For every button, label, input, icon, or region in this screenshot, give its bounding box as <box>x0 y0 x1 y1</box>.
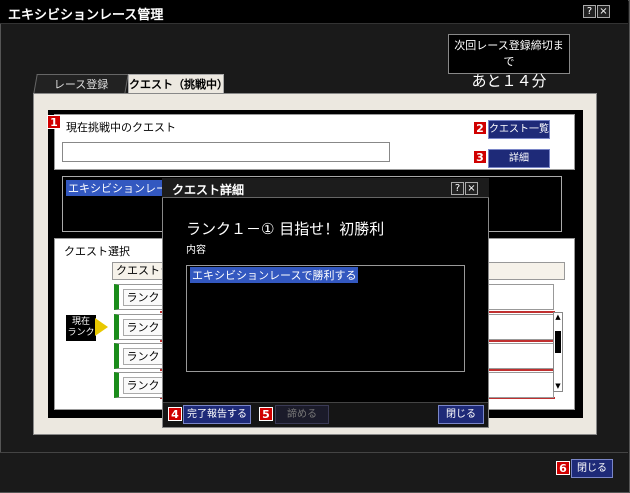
report-complete-button[interactable]: 完了報告する <box>183 405 251 424</box>
rank-label: ランク <box>123 348 163 365</box>
dialog-close-button[interactable]: 閉じる <box>438 405 484 424</box>
badge-6: 6 <box>556 461 570 475</box>
badge-1: 1 <box>47 115 61 129</box>
quest-info-text: エキシビションレー <box>66 180 169 196</box>
dialog-title: クエスト詳細 <box>172 183 245 197</box>
rank-label: ランク <box>123 377 163 394</box>
scroll-thumb[interactable] <box>555 331 561 353</box>
quest-list-button[interactable]: クエスト一覧 <box>488 120 550 139</box>
window-title: エキシビションレース管理 <box>8 8 164 23</box>
tab-race-registration[interactable]: レース登録 <box>33 74 129 94</box>
deadline-value: あと１４分 <box>471 72 547 90</box>
bottom-bar <box>0 452 628 492</box>
rank-label: ランク <box>123 289 163 306</box>
help-button[interactable]: ? <box>583 5 596 18</box>
current-rank-line2: ランク <box>67 328 95 338</box>
quest-heading: ランク１－① 目指せ！初勝利 <box>186 220 385 238</box>
current-rank-arrow-icon <box>95 318 108 336</box>
current-quest-field <box>62 142 390 162</box>
scroll-down-icon[interactable]: ▼ <box>554 382 562 391</box>
current-rank-line1: 現在 <box>71 317 90 327</box>
quest-content-text: エキシビションレースで勝利する <box>190 267 359 283</box>
badge-2: 2 <box>473 121 487 135</box>
dialog-close-icon[interactable]: × <box>465 182 478 195</box>
deadline-panel: 次回レース登録締切まで あと１４分 <box>448 34 570 90</box>
tab-race-registration-label: レース登録 <box>53 78 109 91</box>
dialog-help-button[interactable]: ? <box>451 182 464 195</box>
quest-select-label: クエスト選択 <box>64 245 130 258</box>
deadline-label: 次回レース登録締切まで <box>454 39 564 68</box>
scroll-up-icon[interactable]: ▲ <box>554 313 562 322</box>
current-quest-label: 現在挑戦中のクエスト <box>66 121 176 134</box>
content-label: 内容 <box>186 245 206 256</box>
badge-3: 3 <box>473 150 487 164</box>
current-rank-marker: 現在 ランク <box>66 315 96 341</box>
close-window-button[interactable]: × <box>597 5 610 18</box>
badge-4: 4 <box>168 407 182 421</box>
give-up-button[interactable]: 諦める <box>275 405 329 424</box>
footer-close-button[interactable]: 閉じる <box>571 459 613 478</box>
tab-quest[interactable]: クエスト（挑戦中） <box>128 74 228 94</box>
rank-label: ランク <box>123 319 163 336</box>
badge-5: 5 <box>259 407 273 421</box>
rank-scrollbar[interactable]: ▲ ▼ <box>553 312 563 392</box>
detail-button[interactable]: 詳細 <box>488 149 550 168</box>
